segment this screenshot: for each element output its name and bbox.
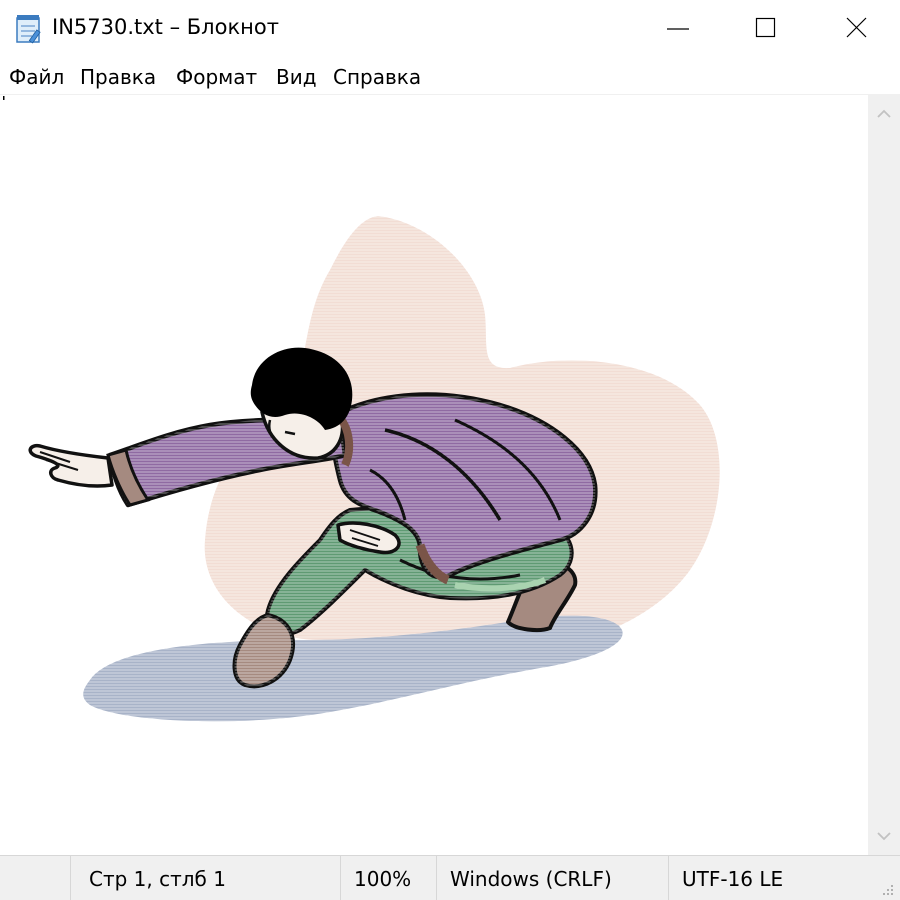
title-bar[interactable]: IN5730.txt – Блокнот bbox=[0, 0, 900, 58]
menu-view[interactable]: Вид bbox=[276, 65, 317, 89]
resize-grip-icon[interactable] bbox=[876, 878, 896, 898]
scroll-up-button[interactable] bbox=[868, 95, 900, 131]
notepad-window: IN5730.txt – Блокнот Файл Правка Формат … bbox=[0, 0, 900, 900]
menu-help[interactable]: Справка bbox=[333, 65, 421, 89]
status-zoom-text: 100% bbox=[354, 867, 412, 891]
menu-file[interactable]: Файл bbox=[9, 65, 64, 89]
status-position: Стр 1, стлб 1 bbox=[70, 856, 340, 900]
status-encoding: UTF-16 LE bbox=[668, 856, 900, 900]
status-line-ending: Windows (CRLF) bbox=[436, 856, 668, 900]
status-encoding-text: UTF-16 LE bbox=[682, 867, 784, 891]
status-line-ending-text: Windows (CRLF) bbox=[450, 867, 612, 891]
chevron-down-icon bbox=[877, 832, 891, 841]
close-icon bbox=[846, 17, 867, 38]
menu-bar: Файл Правка Формат Вид Справка bbox=[0, 58, 900, 94]
menu-format[interactable]: Формат bbox=[176, 65, 257, 89]
minimize-button[interactable] bbox=[633, 0, 723, 58]
notepad-icon[interactable] bbox=[14, 12, 44, 44]
close-button[interactable] bbox=[812, 0, 900, 58]
chevron-up-icon bbox=[877, 109, 891, 118]
maximize-icon bbox=[755, 17, 776, 38]
window-title: IN5730.txt – Блокнот bbox=[52, 15, 279, 39]
maximize-button[interactable] bbox=[722, 0, 812, 58]
vertical-scrollbar[interactable] bbox=[868, 95, 900, 855]
menu-edit[interactable]: Правка bbox=[80, 65, 156, 89]
text-editor-area[interactable] bbox=[0, 95, 868, 855]
scroll-down-button[interactable] bbox=[868, 819, 900, 855]
status-position-text: Стр 1, стлб 1 bbox=[89, 867, 226, 891]
status-bar: Стр 1, стлб 1 100% Windows (CRLF) UTF-16… bbox=[0, 855, 900, 900]
status-zoom: 100% bbox=[340, 856, 436, 900]
minimize-icon bbox=[667, 28, 689, 30]
clipart-figure-image bbox=[3, 96, 720, 722]
